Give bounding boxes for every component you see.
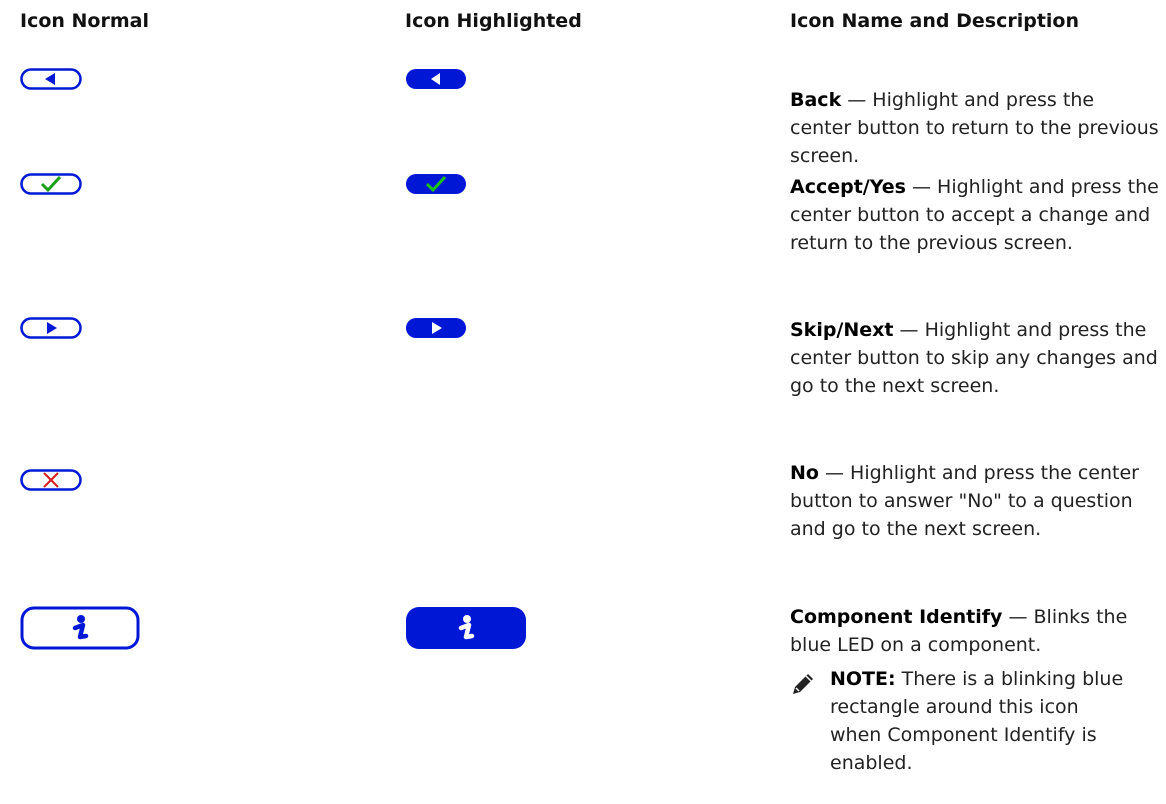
back-normal-icon [20,67,82,91]
identify-name: Component Identify [790,606,1003,628]
no-description: No — Highlight and press the center butt… [790,459,1160,543]
accept-description: Accept/Yes — Highlight and press the cen… [790,173,1160,257]
next-description: Skip/Next — Highlight and press the cent… [790,316,1160,400]
identify-description: Component Identify — Blinks the blue LED… [790,603,1160,659]
header-icon-normal: Icon Normal [20,10,149,32]
accept-name: Accept/Yes [790,176,906,198]
checkmark-highlighted-icon [405,172,467,196]
pencil-note-icon [790,671,816,701]
next-normal-icon [20,316,82,340]
next-name: Skip/Next [790,319,894,341]
no-text: — Highlight and press the center button … [790,462,1139,540]
header-icon-description: Icon Name and Description [790,10,1079,32]
info-highlighted-icon [405,606,527,650]
header-icon-highlighted: Icon Highlighted [405,10,582,32]
info-normal-icon [20,606,140,650]
back-name: Back [790,89,842,111]
x-normal-icon [20,468,82,492]
no-name: No [790,462,819,484]
back-text: — Highlight and press the center button … [790,89,1159,167]
back-highlighted-icon [405,67,467,91]
next-highlighted-icon [405,316,467,340]
back-description: Back — Highlight and press the center bu… [790,86,1160,170]
checkmark-normal-icon [20,172,82,196]
note-label: NOTE: [830,668,896,690]
note-text: NOTE: There is a blinking blue rectangle… [830,665,1130,777]
